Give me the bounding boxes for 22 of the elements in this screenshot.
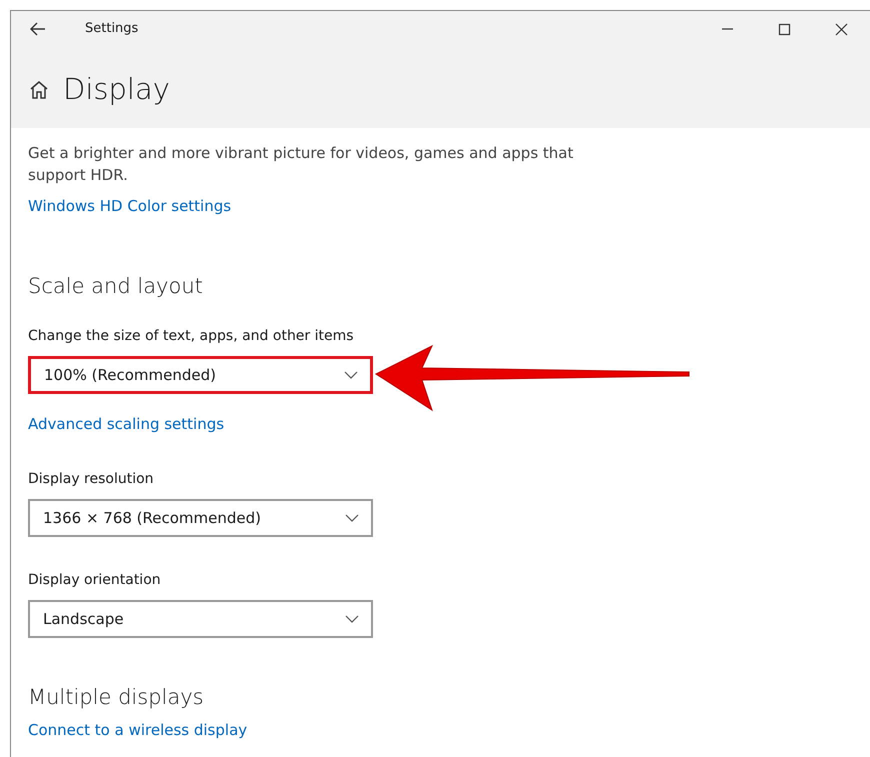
maximize-icon <box>778 22 791 36</box>
field-label: Display resolution <box>28 470 155 490</box>
chevron-icon <box>345 514 359 522</box>
chevron-icon <box>345 615 359 624</box>
section-heading: Multiple displays <box>28 685 205 710</box>
settings-link[interactable]: Connect to a wireless display <box>28 719 248 742</box>
field-label: Display orientation <box>28 571 162 590</box>
description-text: Get a brighter and more vibrant picture for videos, games and apps that support HDR. <box>28 143 574 186</box>
page-title: Display <box>63 75 170 104</box>
close-icon <box>835 22 848 36</box>
chevron-icon <box>344 371 358 380</box>
home-icon[interactable] <box>29 80 49 100</box>
settings-link[interactable]: Advanced scaling settings <box>28 413 224 436</box>
dropdown[interactable]: 1366 × 768 (Recommended) <box>28 499 373 538</box>
back-arrow-icon <box>30 22 46 36</box>
settings-link[interactable]: Windows HD Color settings <box>28 195 232 218</box>
minimize-icon <box>722 28 733 30</box>
section-heading: Scale and layout <box>28 274 204 300</box>
window-title: Settings <box>85 20 138 38</box>
field-label: Change the size of text, apps, and other items <box>28 327 355 346</box>
dropdown[interactable]: 100% (Recommended) <box>28 356 373 394</box>
dropdown[interactable]: Landscape <box>28 600 373 638</box>
